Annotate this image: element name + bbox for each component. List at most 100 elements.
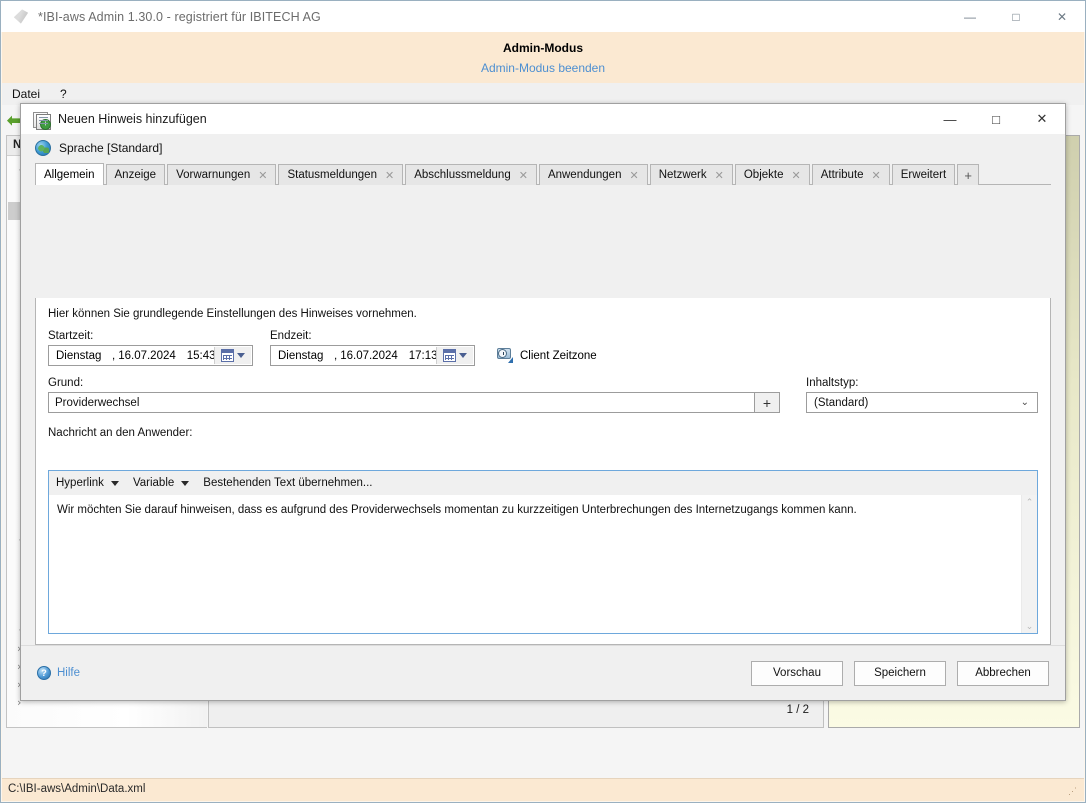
reason-input[interactable] xyxy=(48,392,754,413)
variable-dropdown[interactable]: Variable xyxy=(133,477,189,489)
tab-abschlussmeldung[interactable]: Abschlussmeldung ✕ xyxy=(405,164,537,185)
chevron-down-icon xyxy=(459,353,467,358)
chevron-down-icon xyxy=(111,481,119,486)
tab-close-icon[interactable]: ✕ xyxy=(715,169,724,182)
end-time-input[interactable]: Dienstag , 16.07.2024 17:13 xyxy=(270,345,475,366)
tab-label: Attribute xyxy=(821,169,864,181)
content-type-label: Inhaltstyp: xyxy=(806,377,1038,389)
menu-help[interactable]: ? xyxy=(50,85,77,103)
tab-label: Erweitert xyxy=(901,169,946,181)
save-button[interactable]: Speichern xyxy=(854,661,946,686)
main-window-controls: — □ ✕ xyxy=(947,1,1085,32)
content-type-group: Inhaltstyp: (Standard) ⌄ xyxy=(806,377,1038,413)
admin-mode-banner: Admin-Modus Admin-Modus beenden xyxy=(2,32,1084,83)
cancel-button[interactable]: Abbrechen xyxy=(957,661,1049,686)
language-label: Sprache [Standard] xyxy=(59,141,162,155)
calendar-icon xyxy=(221,349,234,362)
dialog-close-button[interactable]: ✕ xyxy=(1019,104,1065,134)
message-label: Nachricht an den Anwender: xyxy=(48,427,1038,439)
tab-label: Allgemein xyxy=(44,169,95,181)
end-time-value: 17:13 xyxy=(409,350,438,362)
calendar-icon xyxy=(443,349,456,362)
start-date-value: 16.07.2024 xyxy=(118,350,176,362)
end-comma: , xyxy=(334,350,337,362)
reason-label: Grund: xyxy=(48,377,780,389)
start-day-value: Dienstag xyxy=(56,350,112,362)
message-body[interactable]: Wir möchten Sie darauf hinweisen, dass e… xyxy=(49,495,1022,633)
end-date-value: 16.07.2024 xyxy=(340,350,398,362)
preview-button[interactable]: Vorschau xyxy=(751,661,843,686)
tab-objekte[interactable]: Objekte ✕ xyxy=(735,164,810,185)
message-editor[interactable]: Hyperlink Variable Bestehenden Text über… xyxy=(48,470,1038,634)
statusbar: C:\IBI-aws\Admin\Data.xml ⋰ xyxy=(2,778,1084,801)
menu-datei[interactable]: Datei xyxy=(2,85,50,103)
tab-close-icon[interactable]: ✕ xyxy=(629,169,638,182)
editor-scrollbar[interactable]: ⌃ ⌄ xyxy=(1021,495,1037,633)
tab-label: Vorwarnungen xyxy=(176,169,250,181)
tab-close-icon[interactable]: ✕ xyxy=(872,169,881,182)
tab-allgemein[interactable]: Allgemein xyxy=(35,163,104,185)
tab-label: Abschlussmeldung xyxy=(414,169,511,181)
tab-close-icon[interactable]: ✕ xyxy=(792,169,801,182)
editor-toolbar: Hyperlink Variable Bestehenden Text über… xyxy=(49,471,1037,496)
tab-statusmeldungen[interactable]: Statusmeldungen ✕ xyxy=(278,164,403,185)
tab-vorwarnungen[interactable]: Vorwarnungen ✕ xyxy=(167,164,276,185)
tab-anwendungen[interactable]: Anwendungen ✕ xyxy=(539,164,648,185)
tab-netzwerk[interactable]: Netzwerk ✕ xyxy=(650,164,733,185)
start-time-value: 15:43 xyxy=(187,350,216,362)
tab-label: Statusmeldungen xyxy=(287,169,377,181)
admin-mode-heading: Admin-Modus xyxy=(2,32,1084,55)
end-date-picker-button[interactable] xyxy=(436,347,473,364)
import-existing-text-label: Bestehenden Text übernehmen... xyxy=(203,477,372,489)
end-day-value: Dienstag xyxy=(278,350,334,362)
add-tab-button[interactable]: + xyxy=(957,164,979,185)
dialog-minimize-button[interactable]: — xyxy=(927,104,973,134)
tab-anzeige[interactable]: Anzeige xyxy=(106,164,166,185)
chevron-down-icon: ⌄ xyxy=(1021,397,1029,408)
add-note-dialog: + Neuen Hinweis hinzufügen — □ ✕ Sprache… xyxy=(20,103,1066,701)
scroll-up-icon[interactable]: ⌃ xyxy=(1022,495,1037,509)
language-selector[interactable]: Sprache [Standard] xyxy=(21,134,1065,163)
tab-close-icon[interactable]: ✕ xyxy=(385,169,394,182)
exit-admin-mode-link[interactable]: Admin-Modus beenden xyxy=(2,61,1084,75)
content-type-select[interactable]: (Standard) ⌄ xyxy=(806,392,1038,413)
start-date-picker-button[interactable] xyxy=(214,347,251,364)
close-button[interactable]: ✕ xyxy=(1039,1,1085,32)
tab-label: Anwendungen xyxy=(548,169,622,181)
main-titlebar: *IBI-aws Admin 1.30.0 - registriert für … xyxy=(1,1,1085,32)
tab-erweitert[interactable]: Erweitert xyxy=(892,164,955,185)
end-time-label: Endzeit: xyxy=(270,330,475,342)
client-timezone-item[interactable]: Client Zeitzone xyxy=(497,348,597,363)
start-time-input[interactable]: Dienstag , 16.07.2024 15:43 xyxy=(48,345,253,366)
time-fields-row: Startzeit: Dienstag , 16.07.2024 15:43 E… xyxy=(48,330,1038,366)
start-time-label: Startzeit: xyxy=(48,330,253,342)
maximize-button[interactable]: □ xyxy=(993,1,1039,32)
panel-hint-text: Hier können Sie grundlegende Einstellung… xyxy=(48,308,1038,320)
minimize-button[interactable]: — xyxy=(947,1,993,32)
tab-close-icon[interactable]: ✕ xyxy=(519,169,528,182)
tab-panel-allgemein: Hier können Sie grundlegende Einstellung… xyxy=(35,298,1051,645)
hyperlink-label: Hyperlink xyxy=(56,477,104,489)
import-existing-text-button[interactable]: Bestehenden Text übernehmen... xyxy=(203,477,372,489)
dialog-window-controls: — □ ✕ xyxy=(927,104,1065,134)
add-note-icon: + xyxy=(33,111,50,128)
dialog-maximize-button[interactable]: □ xyxy=(973,104,1019,134)
client-timezone-icon xyxy=(497,348,513,363)
reason-group: Grund: + xyxy=(48,377,780,413)
client-timezone-label: Client Zeitzone xyxy=(520,350,597,362)
scroll-down-icon[interactable]: ⌄ xyxy=(1022,619,1037,633)
add-reason-button[interactable]: + xyxy=(754,392,780,413)
start-time-group: Startzeit: Dienstag , 16.07.2024 15:43 xyxy=(48,330,253,366)
hyperlink-dropdown[interactable]: Hyperlink xyxy=(56,477,119,489)
dialog-title: Neuen Hinweis hinzufügen xyxy=(58,112,207,126)
resize-grip-icon[interactable]: ⋰ xyxy=(1068,786,1080,798)
help-label: Hilfe xyxy=(57,667,80,679)
reason-and-contenttype-row: Grund: + Inhaltstyp: (Standard) ⌄ xyxy=(48,377,1038,413)
globe-icon xyxy=(35,140,51,156)
tab-label: Anzeige xyxy=(115,169,157,181)
tab-close-icon[interactable]: ✕ xyxy=(258,169,267,182)
help-link[interactable]: ? Hilfe xyxy=(37,666,80,680)
tab-label: Objekte xyxy=(744,169,784,181)
content-type-value: (Standard) xyxy=(814,397,868,409)
tab-attribute[interactable]: Attribute ✕ xyxy=(812,164,890,185)
